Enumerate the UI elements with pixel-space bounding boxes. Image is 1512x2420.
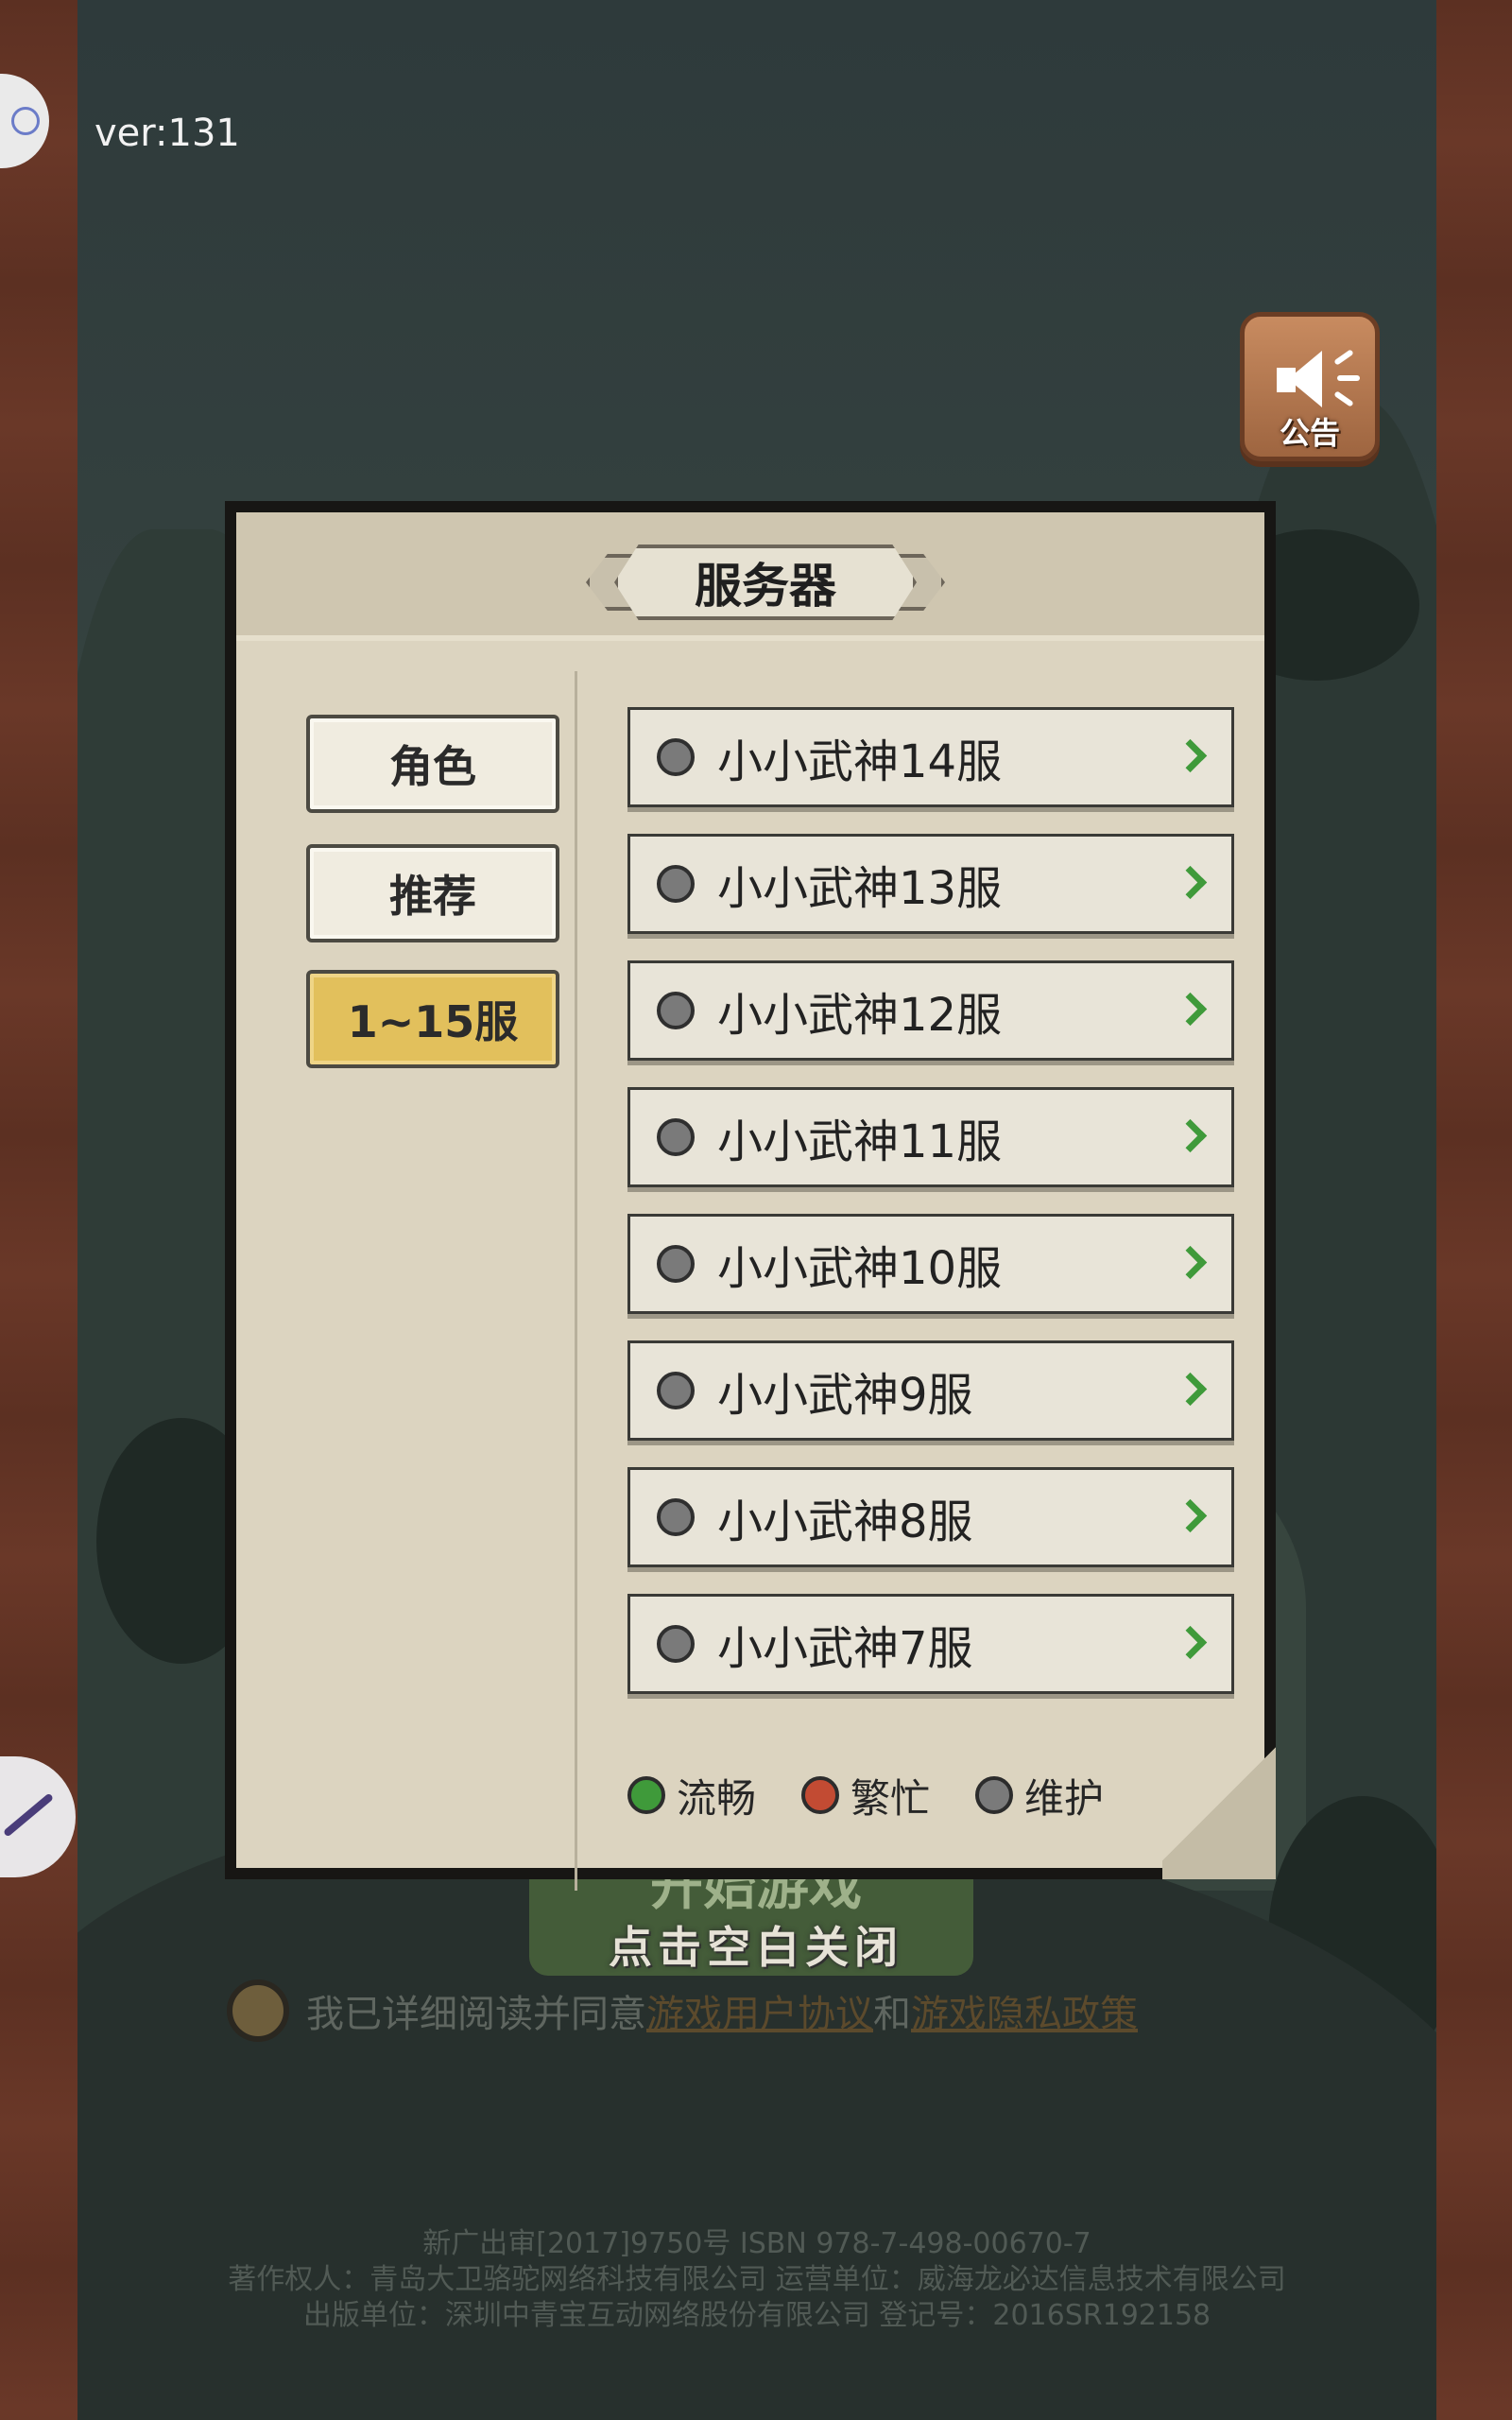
sound-wave: [1337, 375, 1360, 381]
tab-servers-1-15[interactable]: 1~15服: [306, 970, 559, 1068]
notice-label: 公告: [1279, 415, 1340, 451]
chevron-right-icon: [1177, 865, 1205, 903]
tab-role[interactable]: 角色: [306, 715, 559, 813]
sound-wave: [1333, 390, 1354, 407]
server-row[interactable]: 小小武神11服: [627, 1087, 1234, 1187]
status-dot: [657, 1372, 695, 1409]
title-inner: 服务器: [614, 544, 917, 620]
page-curl: [1162, 1728, 1276, 1879]
server-row[interactable]: 小小武神14服: [627, 707, 1234, 807]
status-dot: [657, 1498, 695, 1536]
left-border: [0, 0, 77, 2420]
tap-to-close-hint[interactable]: 点击空白关闭: [0, 1913, 1512, 1976]
server-name: 小小武神7服: [717, 1622, 973, 1675]
server-dialog-body: 服务器 角色 推荐 1~15服 小小武神14服 小小武神13服 小小武神12服 …: [236, 512, 1276, 1891]
user-agreement-link[interactable]: 游戏用户协议: [646, 1983, 873, 2038]
title-plate: 服务器: [586, 544, 945, 620]
footer-line-3: 出版单位：深圳中青宝互动网络股份有限公司 登记号：2016SR192158: [302, 2299, 1211, 2332]
legend-dot-red: [801, 1776, 840, 1814]
status-dot: [657, 1245, 695, 1283]
chevron-right-icon: [1177, 1118, 1205, 1156]
chevron-right-icon: [1177, 1498, 1205, 1536]
server-row[interactable]: 小小武神7服: [627, 1594, 1234, 1694]
server-name: 小小武神9服: [717, 1369, 973, 1422]
dialog-title: 服务器: [695, 559, 836, 614]
legend-label: 繁忙: [850, 1774, 931, 1822]
agreement-prefix: 我已详细阅读并同意: [306, 1993, 646, 2036]
server-name: 小小武神14服: [717, 735, 1003, 788]
agreement-checkbox[interactable]: [227, 1979, 289, 2042]
legend-dot-gray: [975, 1776, 1014, 1814]
chevron-right-icon: [1177, 992, 1205, 1029]
server-name: 小小武神10服: [717, 1242, 1003, 1295]
chevron-right-icon: [1177, 1625, 1205, 1663]
chevron-right-icon: [1177, 738, 1205, 776]
legend-item-busy: 繁忙: [801, 1767, 930, 1824]
privacy-policy-link[interactable]: 游戏隐私政策: [911, 1983, 1138, 2038]
right-border: [1436, 0, 1512, 2420]
server-name: 小小武神13服: [717, 862, 1003, 915]
status-dot: [657, 865, 695, 903]
legend-item-smooth: 流畅: [627, 1767, 756, 1824]
legend-item-maintenance: 维护: [975, 1767, 1104, 1824]
status-dot: [657, 1625, 695, 1663]
version-label: ver:131: [94, 112, 240, 155]
server-name: 小小武神8服: [717, 1495, 973, 1548]
agreement-and: 和: [873, 1993, 911, 2036]
status-dot: [657, 738, 695, 776]
server-row[interactable]: 小小武神10服: [627, 1214, 1234, 1314]
dialog-header: 服务器: [236, 512, 1264, 641]
server-row[interactable]: 小小武神12服: [627, 960, 1234, 1061]
tab-recommended[interactable]: 推荐: [306, 844, 559, 942]
legend-label: 流畅: [677, 1774, 757, 1822]
status-dot: [657, 992, 695, 1029]
pencil-icon: [2, 1792, 55, 1838]
status-dot: [657, 1118, 695, 1156]
assistant-logo-icon: [11, 107, 40, 135]
server-row[interactable]: 小小武神8服: [627, 1467, 1234, 1567]
sound-wave: [1333, 349, 1354, 366]
agreement-row: 我已详细阅读并同意 游戏用户协议 和 游戏隐私政策: [227, 1976, 1304, 2046]
server-row[interactable]: 小小武神13服: [627, 834, 1234, 934]
server-name: 小小武神12服: [717, 989, 1003, 1042]
speaker-icon: [1277, 351, 1326, 407]
legend-label: 维护: [1024, 1774, 1105, 1822]
notice-button[interactable]: 公告: [1240, 312, 1380, 461]
column-divider: [575, 671, 577, 1891]
server-row[interactable]: 小小武神9服: [627, 1340, 1234, 1441]
chevron-right-icon: [1177, 1372, 1205, 1409]
status-legend: 流畅 繁忙 维护: [627, 1762, 1149, 1828]
server-dialog: 服务器 角色 推荐 1~15服 小小武神14服 小小武神13服 小小武神12服 …: [225, 501, 1276, 1891]
legend-dot-green: [627, 1776, 665, 1814]
chevron-right-icon: [1177, 1245, 1205, 1283]
server-name: 小小武神11服: [717, 1115, 1003, 1168]
